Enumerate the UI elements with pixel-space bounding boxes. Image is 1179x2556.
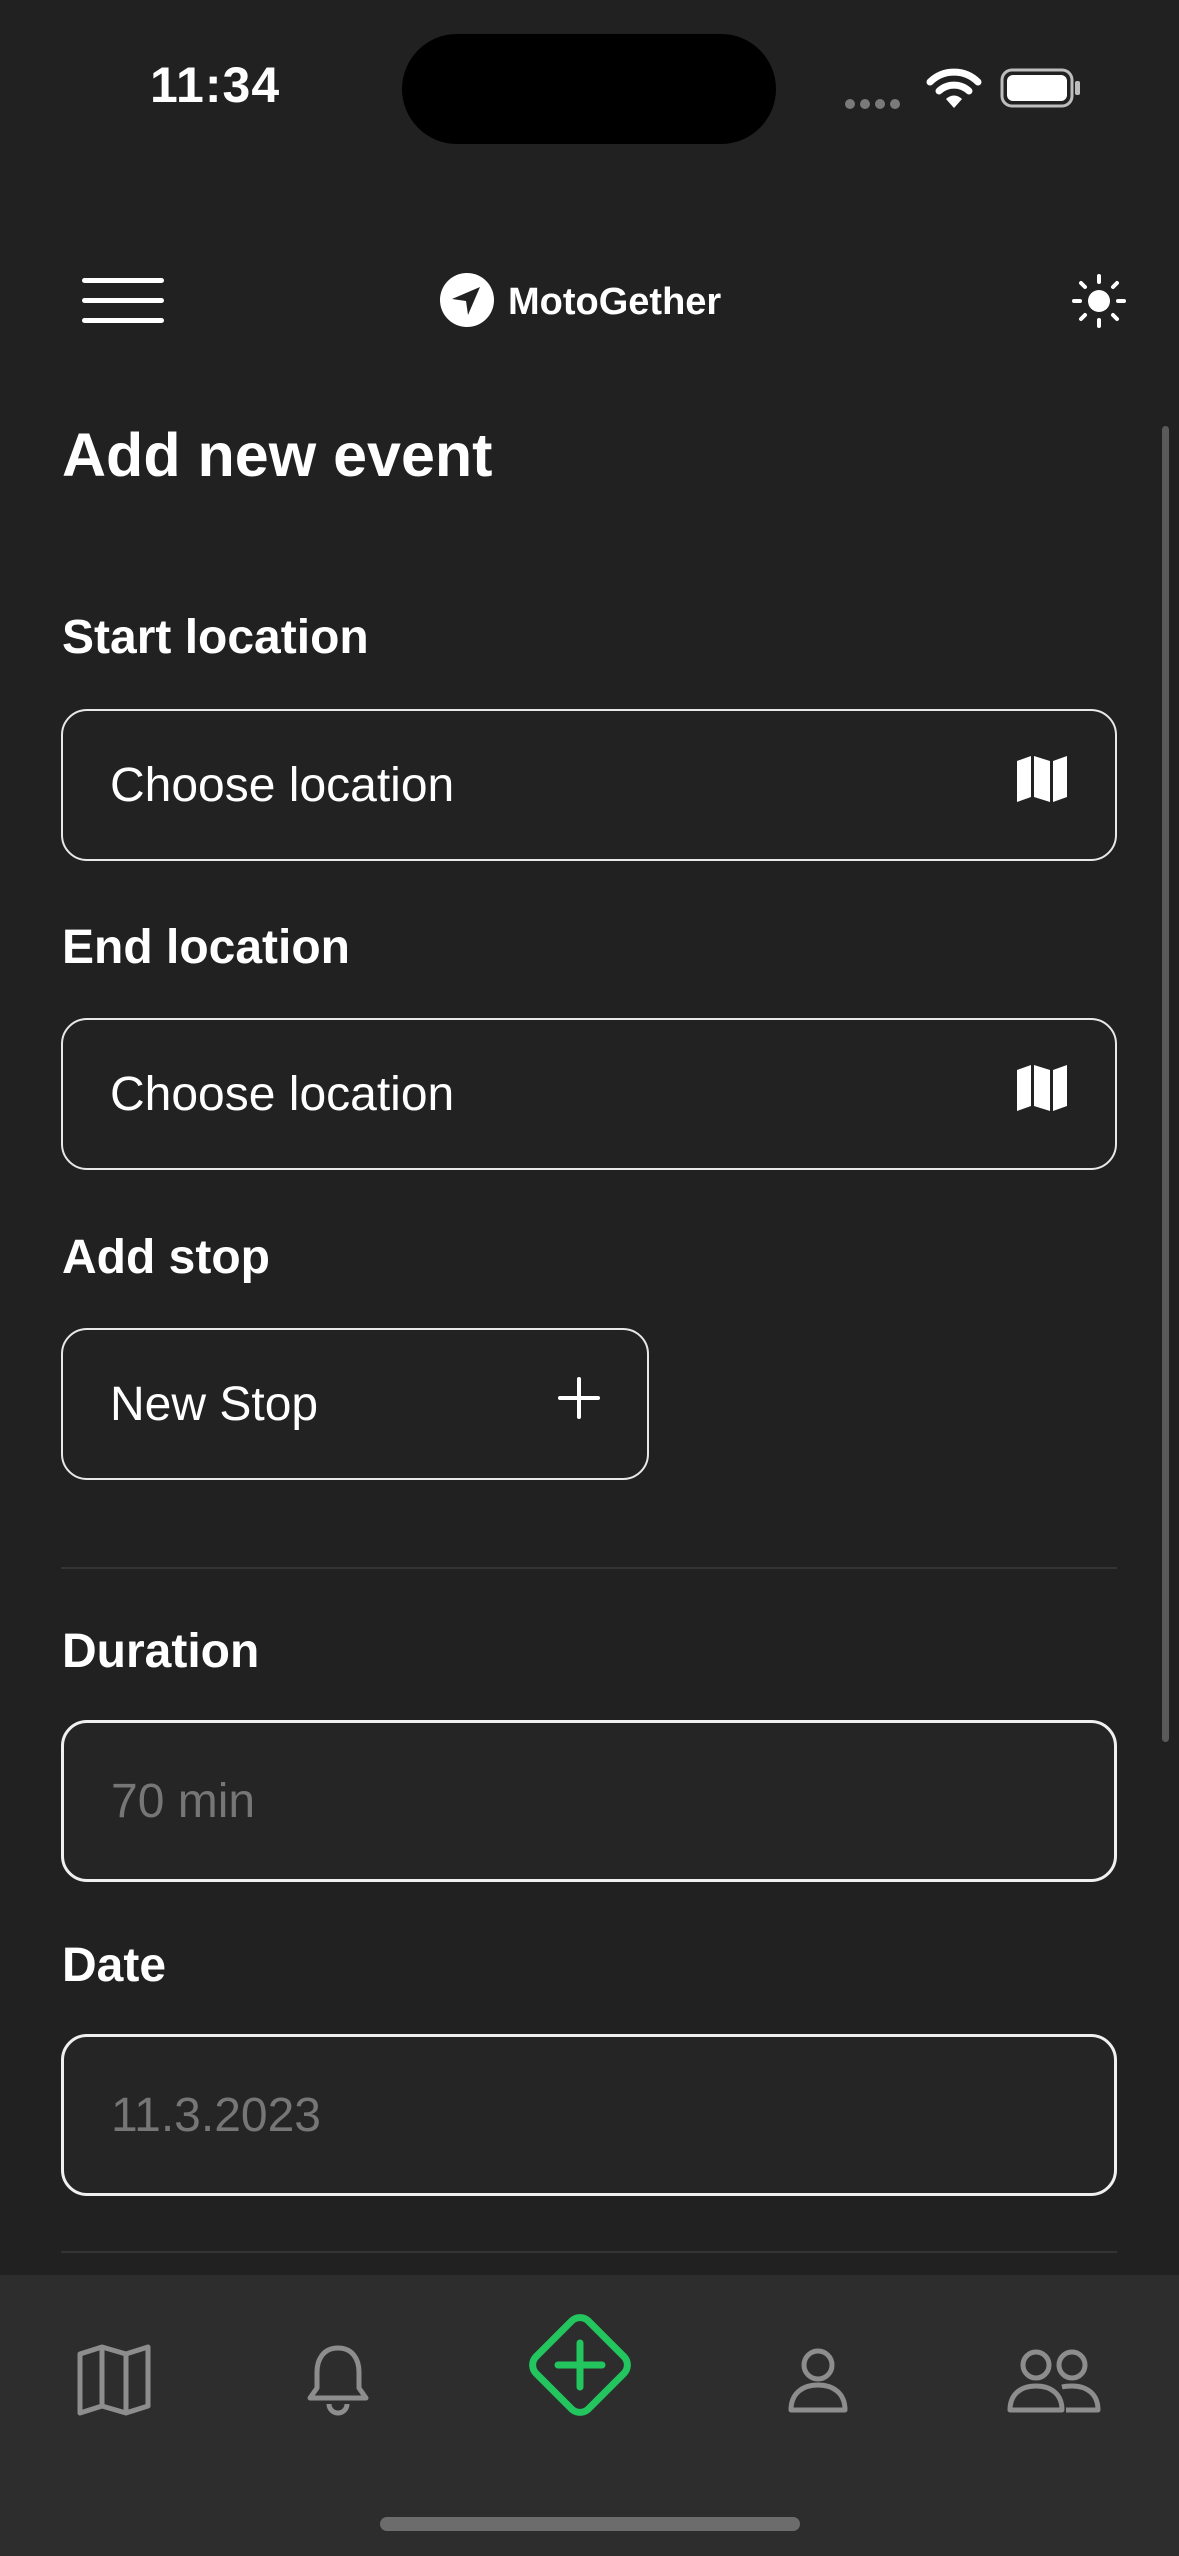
section-divider [61,2251,1117,2253]
map-icon [1015,755,1069,815]
hamburger-menu-icon[interactable] [82,278,164,324]
duration-label: Duration [62,1625,260,1678]
cellular-signal-icon [845,96,905,114]
new-stop-button[interactable]: New Stop [61,1328,649,1480]
date-label: Date [62,1939,167,1992]
add-event-icon [518,2303,642,2432]
duration-placeholder: 70 min [111,1774,256,1828]
duration-input[interactable]: 70 min [61,1720,1117,1882]
end-location-field[interactable]: Choose location [61,1018,1117,1170]
end-location-label: End location [62,921,350,974]
tab-map[interactable] [54,2322,174,2442]
section-divider [61,1567,1117,1569]
tab-community[interactable] [994,2322,1114,2442]
start-location-value: Choose location [110,758,455,812]
date-placeholder: 11.3.2023 [111,2088,321,2142]
page-title: Add new event [62,421,493,489]
navigation-arrow-icon [440,272,494,332]
date-input[interactable]: 11.3.2023 [61,2034,1117,2196]
sun-icon[interactable] [1070,272,1128,335]
end-location-value: Choose location [110,1067,455,1121]
tab-profile[interactable] [758,2322,878,2442]
start-location-label: Start location [62,611,369,664]
status-time: 11:34 [150,57,281,113]
wifi-icon [926,68,982,115]
map-icon [1015,1064,1069,1124]
new-stop-label: New Stop [110,1377,319,1431]
add-stop-label: Add stop [62,1231,270,1284]
map-icon [76,2344,152,2421]
app-name: MotoGether [508,280,722,323]
dynamic-island [402,34,776,144]
home-indicator[interactable] [380,2517,800,2531]
group-icon [1006,2347,1102,2418]
start-location-field[interactable]: Choose location [61,709,1117,861]
bell-icon [305,2342,371,2423]
profile-icon [786,2347,850,2418]
tab-notifications[interactable] [278,2322,398,2442]
scrollbar[interactable] [1162,426,1169,1742]
battery-icon [1000,68,1082,113]
tab-add-event[interactable] [518,2305,642,2429]
plus-icon [557,1376,601,1432]
app-brand: MotoGether [440,272,722,332]
